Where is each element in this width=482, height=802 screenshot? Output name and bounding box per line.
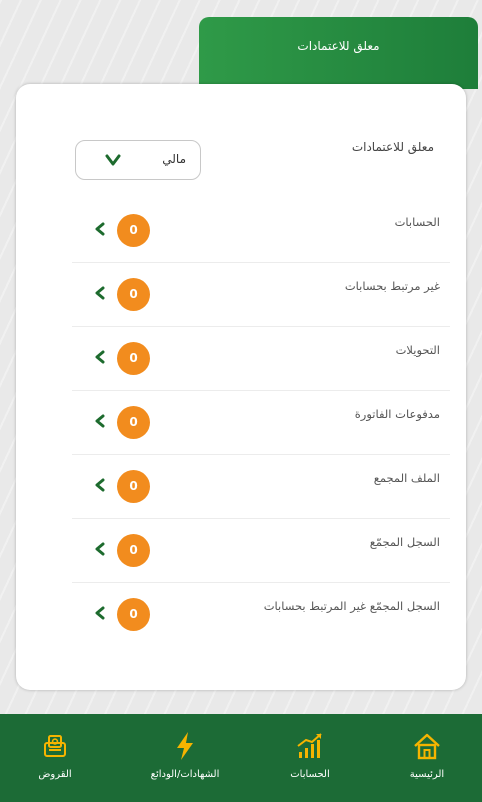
nav-item-home[interactable]: الرئيسية: [372, 714, 482, 802]
list-item-bulk-record-unlinked[interactable]: السجل المجمّع غير المرتبط بحسابات 0: [72, 582, 450, 646]
bottom-navigation: القروض الشهادات/الودائع الحسابات الرئيسي…: [0, 714, 482, 802]
chevron-left-icon: [95, 606, 105, 620]
nav-item-certificates-deposits[interactable]: الشهادات/الودائع: [130, 714, 240, 802]
nav-label: الحسابات: [290, 769, 330, 780]
count-badge: 0: [117, 470, 150, 503]
count-badge: 0: [117, 598, 150, 631]
chevron-left-icon: [95, 414, 105, 428]
count-badge: 0: [117, 278, 150, 311]
lightning-icon: [177, 732, 193, 760]
filter-label: معلق للاعتمادات: [351, 140, 434, 154]
chevron-down-icon: [105, 154, 121, 166]
count-badge: 0: [117, 406, 150, 439]
row-label: الحسابات: [394, 215, 440, 229]
nav-item-loans[interactable]: القروض: [0, 714, 110, 802]
loan-icon: [44, 735, 66, 757]
list-item-unlinked-accounts[interactable]: غير مرتبط بحسابات 0: [72, 262, 450, 327]
row-label: غير مرتبط بحسابات: [344, 279, 440, 293]
count-badge: 0: [117, 214, 150, 247]
list-item-transfers[interactable]: التحويلات 0: [72, 326, 450, 391]
count-badge: 0: [117, 342, 150, 375]
row-label: التحويلات: [395, 343, 440, 357]
tab-label: معلق للاعتمادات: [297, 39, 380, 53]
nav-label: القروض: [38, 769, 72, 780]
pending-approvals-card: معلق للاعتمادات مالي الحسابات 0 غير مرتب…: [16, 84, 466, 690]
category-dropdown[interactable]: مالي: [75, 140, 201, 180]
nav-label: الشهادات/الودائع: [150, 769, 220, 780]
home-icon: [414, 733, 440, 760]
chevron-left-icon: [95, 350, 105, 364]
chevron-left-icon: [95, 542, 105, 556]
nav-label: الرئيسية: [409, 769, 445, 780]
list-item-bulk-file[interactable]: الملف المجمع 0: [72, 454, 450, 519]
list-item-accounts[interactable]: الحسابات 0: [72, 198, 450, 263]
row-label: الملف المجمع: [373, 471, 440, 485]
dropdown-value: مالي: [162, 152, 186, 166]
chevron-left-icon: [95, 286, 105, 300]
row-label: السجل المجمّع غير المرتبط بحسابات: [263, 599, 440, 613]
chevron-left-icon: [95, 478, 105, 492]
row-label: مدفوعات الفاتورة: [354, 407, 440, 421]
list-item-bill-payments[interactable]: مدفوعات الفاتورة 0: [72, 390, 450, 455]
tab-pending-approvals[interactable]: معلق للاعتمادات: [199, 17, 478, 89]
growth-chart-icon: [297, 733, 322, 758]
row-label: السجل المجمّع: [369, 535, 440, 549]
count-badge: 0: [117, 534, 150, 567]
list-item-bulk-record[interactable]: السجل المجمّع 0: [72, 518, 450, 583]
nav-item-accounts[interactable]: الحسابات: [255, 714, 365, 802]
chevron-left-icon: [95, 222, 105, 236]
